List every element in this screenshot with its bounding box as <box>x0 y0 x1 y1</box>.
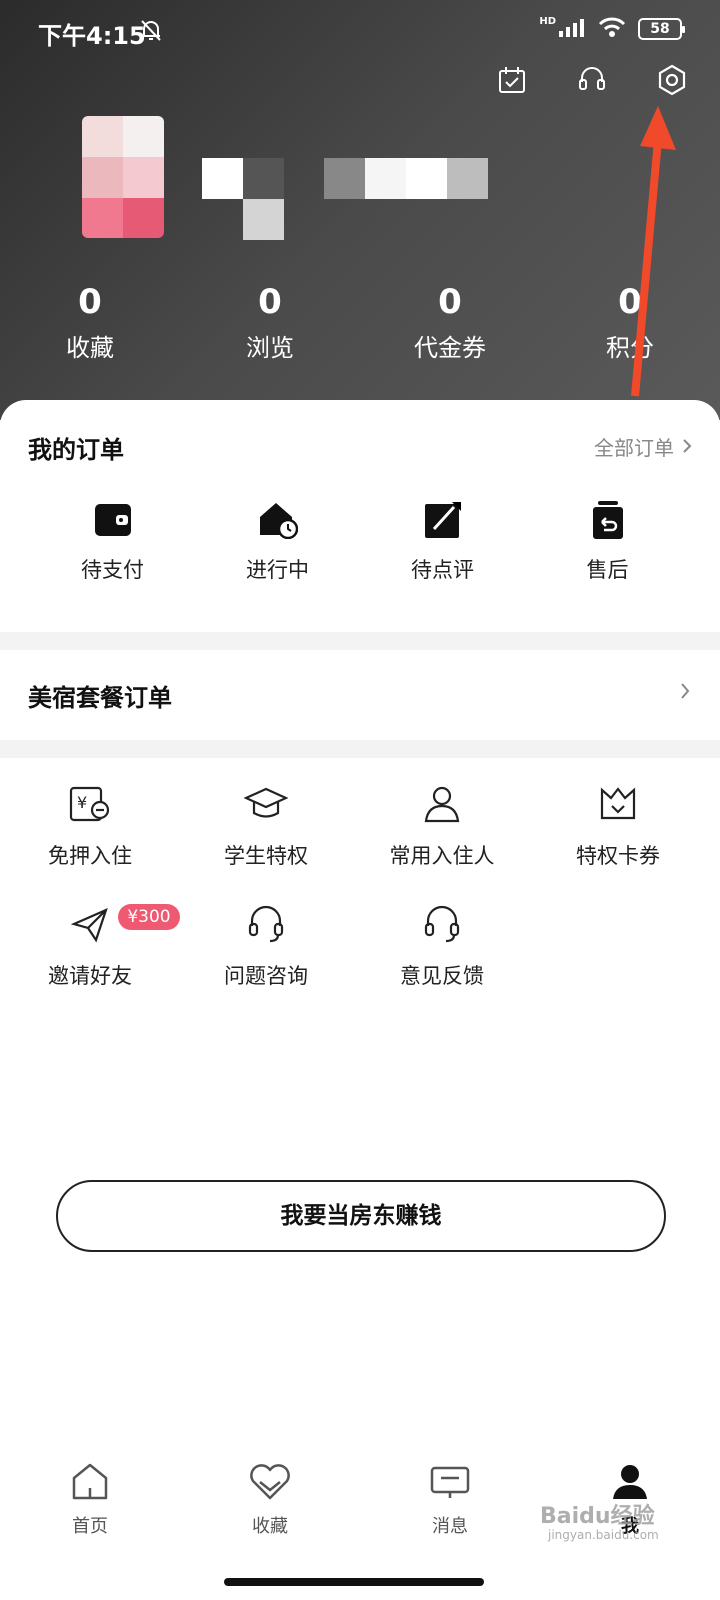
home-icon <box>70 1462 110 1506</box>
wallet-icon <box>93 500 133 540</box>
header-actions <box>494 62 690 98</box>
status-bar: 下午4:15 HD 58 <box>0 0 720 62</box>
watermark-url: jingyan.baidu.com <box>548 1528 659 1542</box>
stat-value: 0 <box>438 282 462 322</box>
hd-indicator: HD <box>539 15 556 27</box>
service-privilege-cards[interactable]: 特权卡券 <box>528 782 708 870</box>
my-orders-card: 我的订单 全部订单 待支付 进行中 待点评 售后 <box>0 400 720 632</box>
stat-favorites[interactable]: 0 收藏 <box>0 282 180 363</box>
graduation-cap-icon <box>244 782 288 826</box>
calendar-check-icon[interactable] <box>494 62 530 98</box>
watermark-brand: Baidu经验 <box>540 1504 655 1529</box>
order-item-label: 进行中 <box>246 558 309 582</box>
stat-value: 0 <box>258 282 282 322</box>
paper-plane-icon <box>68 902 112 946</box>
order-pending-payment[interactable]: 待支付 <box>30 500 195 584</box>
stat-history[interactable]: 0 浏览 <box>180 282 360 363</box>
service-label: 问题咨询 <box>224 964 308 988</box>
service-deposit-free[interactable]: ¥ 免押入住 <box>0 782 180 870</box>
crown-card-icon <box>596 782 640 826</box>
all-orders-label: 全部订单 <box>594 436 674 460</box>
home-indicator <box>224 1578 484 1586</box>
package-orders-row[interactable]: 美宿套餐订单 <box>0 650 720 740</box>
section-divider <box>0 740 720 758</box>
service-student[interactable]: 学生特权 <box>176 782 356 870</box>
nav-favorites[interactable]: 收藏 <box>180 1448 360 1558</box>
headset-icon <box>244 902 288 946</box>
username-blurred <box>202 158 492 240</box>
message-icon <box>429 1462 471 1506</box>
order-after-sales[interactable]: 售后 <box>525 500 690 584</box>
order-item-label: 售后 <box>586 558 629 582</box>
customer-service-icon[interactable] <box>574 62 610 98</box>
order-item-label: 待点评 <box>411 558 474 582</box>
service-frequent-guests[interactable]: 常用入住人 <box>352 782 532 870</box>
person-icon <box>420 782 464 826</box>
edit-icon <box>423 500 463 540</box>
house-clock-icon <box>258 500 298 540</box>
service-feedback[interactable]: 意见反馈 <box>352 902 532 990</box>
order-to-review[interactable]: 待点评 <box>360 500 525 584</box>
headset-icon <box>420 902 464 946</box>
nav-label: 消息 <box>432 1516 468 1537</box>
service-label: 常用入住人 <box>389 844 495 868</box>
order-in-progress[interactable]: 进行中 <box>195 500 360 584</box>
signal-icon <box>558 17 586 41</box>
heart-icon <box>248 1462 292 1506</box>
order-item-label: 待支付 <box>81 558 144 582</box>
annotation-arrow <box>610 100 690 404</box>
nav-label: 首页 <box>72 1516 108 1537</box>
wifi-icon <box>598 16 626 42</box>
orders-title: 我的订单 <box>28 436 124 464</box>
all-orders-link[interactable]: 全部订单 <box>594 432 692 461</box>
section-divider <box>0 632 720 650</box>
service-label: 免押入住 <box>48 844 132 868</box>
order-status-row: 待支付 进行中 待点评 售后 <box>0 500 720 584</box>
stat-vouchers[interactable]: 0 代金券 <box>360 282 540 363</box>
service-label: 特权卡券 <box>576 844 660 868</box>
chevron-right-icon <box>682 435 692 459</box>
status-icons: HD 58 <box>539 15 685 42</box>
settings-icon[interactable] <box>654 62 690 98</box>
stat-value: 0 <box>78 282 102 322</box>
invite-reward-badge: ¥300 <box>118 904 180 930</box>
service-consultation[interactable]: 问题咨询 <box>176 902 356 990</box>
nav-label: 收藏 <box>252 1516 288 1537</box>
return-icon <box>588 500 628 540</box>
become-host-button[interactable]: 我要当房东赚钱 <box>56 1180 666 1252</box>
nav-messages[interactable]: 消息 <box>360 1448 540 1558</box>
notification-muted-icon <box>140 18 162 46</box>
stat-label: 浏览 <box>246 334 294 362</box>
status-time: 下午4:15 <box>38 22 146 50</box>
deposit-free-icon: ¥ <box>68 782 112 826</box>
stat-label: 代金券 <box>414 334 486 362</box>
package-orders-title: 美宿套餐订单 <box>28 684 172 712</box>
nav-home[interactable]: 首页 <box>0 1448 180 1558</box>
svg-text:¥: ¥ <box>77 793 87 812</box>
chevron-right-icon <box>680 682 690 704</box>
service-label: 学生特权 <box>224 844 308 868</box>
service-label: 意见反馈 <box>400 964 484 988</box>
service-label: 邀请好友 <box>48 964 132 988</box>
stat-label: 收藏 <box>66 334 114 362</box>
battery-icon: 58 <box>638 18 685 40</box>
avatar[interactable] <box>82 116 164 238</box>
